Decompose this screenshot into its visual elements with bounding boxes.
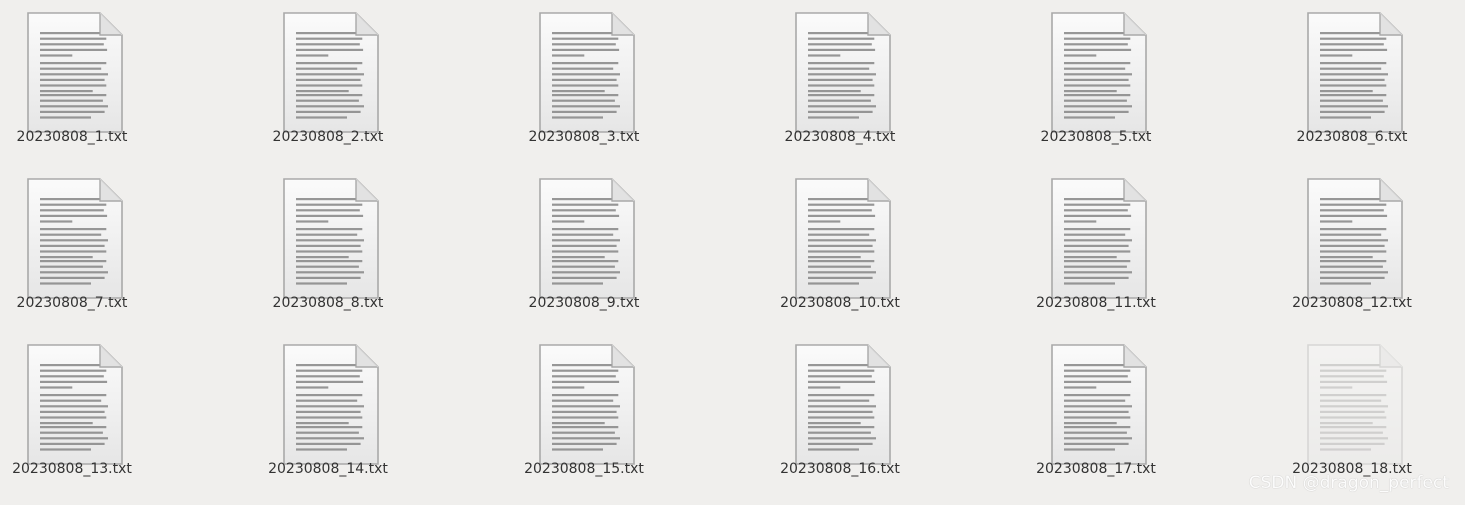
- text-file-icon[interactable]: [538, 12, 636, 134]
- text-file-icon[interactable]: [282, 12, 380, 134]
- file-name-label: 20230808_7.txt: [16, 295, 128, 311]
- file-name-label: 20230808_12.txt: [1292, 295, 1412, 311]
- file-item[interactable]: 20230808_15.txt: [514, 332, 654, 492]
- file-item[interactable]: 20230808_10.txt: [770, 166, 910, 326]
- file-name-label: 20230808_2.txt: [272, 129, 384, 145]
- text-file-icon[interactable]: [1050, 344, 1148, 466]
- file-item[interactable]: 20230808_1.txt: [2, 0, 142, 160]
- file-item[interactable]: 20230808_5.txt: [1026, 0, 1166, 160]
- file-item[interactable]: 20230808_8.txt: [258, 166, 398, 326]
- file-name-label: 20230808_15.txt: [524, 461, 644, 477]
- text-file-icon[interactable]: [1306, 178, 1404, 300]
- file-item[interactable]: 20230808_14.txt: [258, 332, 398, 492]
- file-item[interactable]: 20230808_4.txt: [770, 0, 910, 160]
- text-file-icon[interactable]: [26, 178, 124, 300]
- text-file-icon[interactable]: [26, 344, 124, 466]
- file-item[interactable]: 20230808_17.txt: [1026, 332, 1166, 492]
- file-name-label: 20230808_6.txt: [1296, 129, 1408, 145]
- file-name-label: 20230808_5.txt: [1040, 129, 1152, 145]
- text-file-icon[interactable]: [538, 178, 636, 300]
- file-item[interactable]: 20230808_12.txt: [1282, 166, 1422, 326]
- file-item[interactable]: 20230808_16.txt: [770, 332, 910, 492]
- text-file-icon[interactable]: [1306, 344, 1404, 466]
- file-name-label: 20230808_13.txt: [12, 461, 132, 477]
- text-file-icon[interactable]: [1306, 12, 1404, 134]
- file-name-label: 20230808_1.txt: [16, 129, 128, 145]
- file-grid: 20230808_1.txt 20230808_2.txt 20230808_3…: [0, 0, 1465, 505]
- watermark: CSDN @dragon_perfect: [1248, 473, 1449, 493]
- text-file-icon[interactable]: [794, 178, 892, 300]
- file-item[interactable]: 20230808_18.txt: [1282, 332, 1422, 492]
- file-name-label: 20230808_10.txt: [780, 295, 900, 311]
- text-file-icon[interactable]: [794, 344, 892, 466]
- file-name-label: 20230808_3.txt: [528, 129, 640, 145]
- text-file-icon[interactable]: [282, 344, 380, 466]
- text-file-icon[interactable]: [794, 12, 892, 134]
- file-item[interactable]: 20230808_3.txt: [514, 0, 654, 160]
- file-name-label: 20230808_4.txt: [784, 129, 896, 145]
- text-file-icon[interactable]: [26, 12, 124, 134]
- text-file-icon[interactable]: [1050, 12, 1148, 134]
- text-file-icon[interactable]: [538, 344, 636, 466]
- file-item[interactable]: 20230808_6.txt: [1282, 0, 1422, 160]
- file-item[interactable]: 20230808_13.txt: [2, 332, 142, 492]
- file-name-label: 20230808_14.txt: [268, 461, 388, 477]
- file-item[interactable]: 20230808_11.txt: [1026, 166, 1166, 326]
- file-name-label: 20230808_9.txt: [528, 295, 640, 311]
- file-name-label: 20230808_8.txt: [272, 295, 384, 311]
- file-item[interactable]: 20230808_2.txt: [258, 0, 398, 160]
- text-file-icon[interactable]: [282, 178, 380, 300]
- file-item[interactable]: 20230808_7.txt: [2, 166, 142, 326]
- file-name-label: 20230808_11.txt: [1036, 295, 1156, 311]
- file-name-label: 20230808_17.txt: [1036, 461, 1156, 477]
- file-item[interactable]: 20230808_9.txt: [514, 166, 654, 326]
- file-name-label: 20230808_16.txt: [780, 461, 900, 477]
- text-file-icon[interactable]: [1050, 178, 1148, 300]
